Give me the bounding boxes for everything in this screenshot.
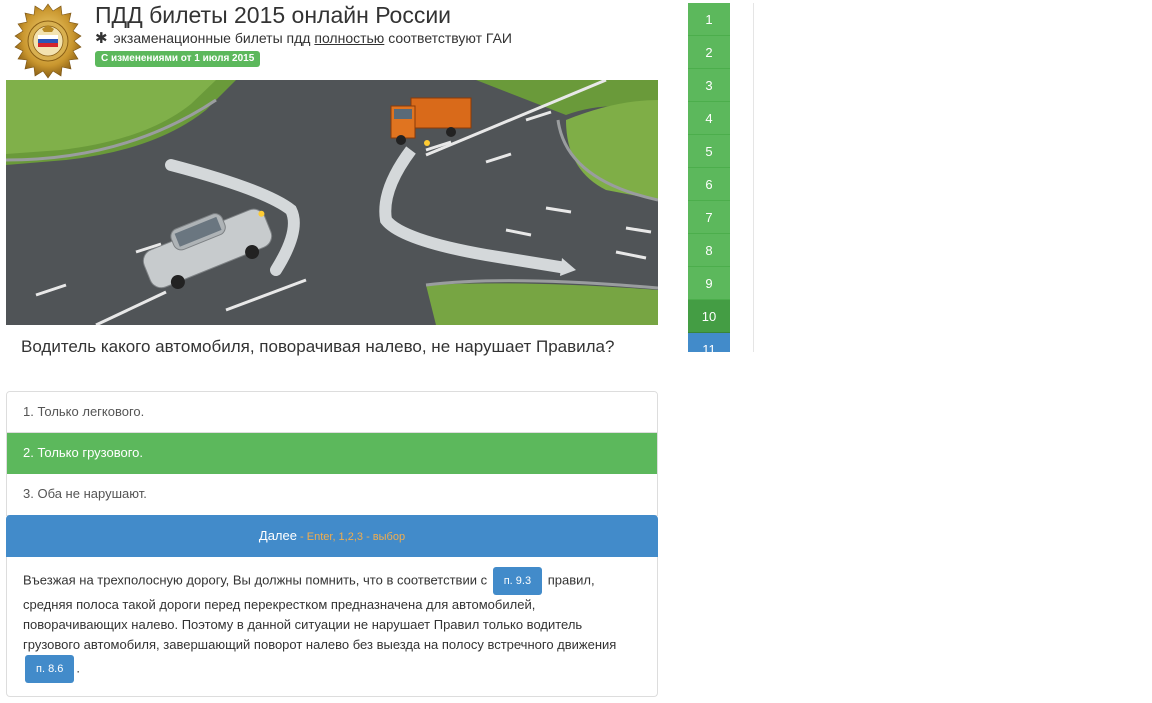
next-button[interactable]: Далее - Enter, 1,2,3 - выбор bbox=[6, 515, 658, 557]
question-nav-item-current[interactable]: 10 bbox=[688, 300, 730, 333]
subtitle-text-end: соответствуют ГАИ bbox=[384, 30, 512, 46]
page-title: ПДД билеты 2015 онлайн России bbox=[95, 2, 452, 28]
question-nav-item[interactable]: 8 bbox=[688, 234, 730, 267]
explanation-text: Въезжая на трехполосную дорогу, Вы должн… bbox=[23, 572, 491, 588]
question-text: Водитель какого автомобиля, поворачивая … bbox=[21, 337, 615, 356]
keyboard-hint: - Enter, 1,2,3 - выбор bbox=[296, 531, 406, 543]
asterisk-icon: ✱ bbox=[95, 30, 108, 47]
question-nav-item[interactable]: 1 bbox=[688, 3, 730, 36]
subtitle-text: экзаменационные билеты пдд bbox=[113, 30, 315, 46]
question-nav-item[interactable]: 4 bbox=[688, 102, 730, 135]
explanation-panel: Въезжая на трехполосную дорогу, Вы должн… bbox=[6, 557, 658, 697]
page-subtitle: ✱ экзаменационные билеты пдд полностью с… bbox=[95, 30, 512, 47]
answer-option-2[interactable]: 2. Только грузового. bbox=[7, 433, 657, 474]
rule-link-8-6[interactable]: п. 8.6 bbox=[25, 655, 75, 683]
question-nav-item[interactable]: 3 bbox=[688, 69, 730, 102]
question-nav-item[interactable]: 2 bbox=[688, 36, 730, 69]
answer-option-1[interactable]: 1. Только легкового. bbox=[7, 392, 657, 433]
question-nav-item[interactable]: 9 bbox=[688, 267, 730, 300]
next-label: Далее bbox=[258, 528, 297, 543]
vertical-divider bbox=[753, 3, 754, 352]
changes-badge: С изменениями от 1 июля 2015 bbox=[95, 51, 261, 67]
question-navigation: 1 2 3 4 5 6 7 8 9 10 11 bbox=[688, 3, 730, 352]
question-nav-item[interactable]: 6 bbox=[688, 168, 730, 201]
answer-option-3[interactable]: 3. Оба не нарушают. bbox=[7, 474, 657, 515]
question-image bbox=[6, 80, 658, 325]
question-nav-item[interactable]: 7 bbox=[688, 201, 730, 234]
explanation-text-end: . bbox=[76, 660, 80, 676]
rule-link-9-3[interactable]: п. 9.3 bbox=[492, 567, 543, 595]
traffic-police-emblem-icon bbox=[6, 3, 90, 80]
answer-list: 1. Только легкового. 2. Только грузового… bbox=[6, 391, 658, 516]
question-nav-item[interactable]: 11 bbox=[688, 333, 730, 352]
subtitle-underlined: полностью bbox=[314, 30, 385, 46]
question-nav-item[interactable]: 5 bbox=[688, 135, 730, 168]
